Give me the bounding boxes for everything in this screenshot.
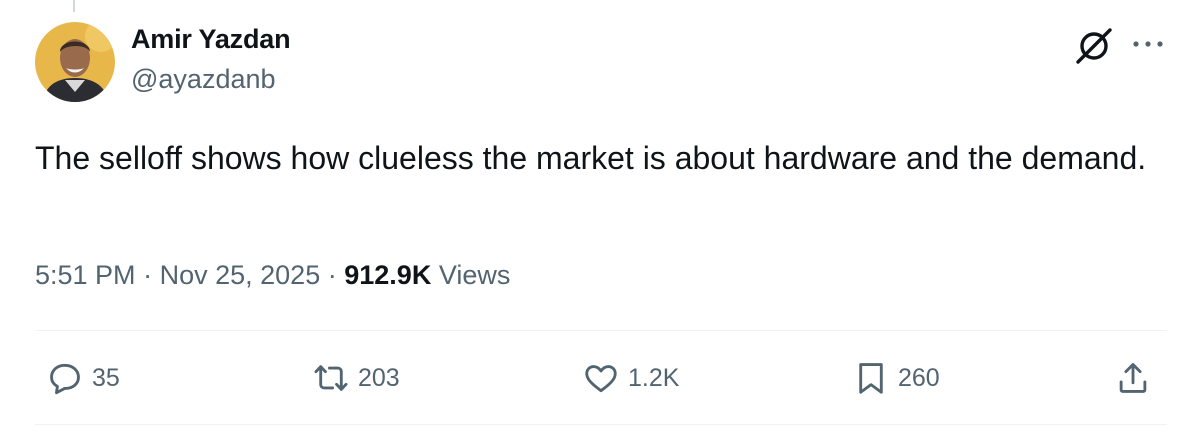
like-icon xyxy=(585,365,617,393)
repost-count: 203 xyxy=(358,363,400,392)
tweet-card: Amir Yazdan @ayazdanb The selloff shows … xyxy=(0,0,1204,432)
bookmark-icon xyxy=(859,363,883,394)
like-count: 1.2K xyxy=(628,363,680,392)
reply-icon xyxy=(50,363,80,395)
grok-icon[interactable] xyxy=(1074,26,1114,66)
like-button[interactable]: 1.2K xyxy=(582,358,679,398)
thread-line xyxy=(73,0,75,12)
share-button[interactable] xyxy=(1114,358,1152,398)
tweet-meta: 5:51 PM · Nov 25, 2025 · 912.9K Views xyxy=(35,260,510,291)
divider xyxy=(35,424,1167,425)
reply-button[interactable]: 35 xyxy=(46,358,120,398)
bookmark-count: 260 xyxy=(898,363,940,392)
tweet-date[interactable]: Nov 25, 2025 xyxy=(160,260,321,290)
views-count: 912.9K xyxy=(344,260,432,290)
author-name[interactable]: Amir Yazdan xyxy=(131,24,291,55)
reply-count: 35 xyxy=(92,363,120,392)
repost-button[interactable]: 203 xyxy=(312,358,400,398)
tweet-text: The selloff shows how clueless the marke… xyxy=(35,140,1147,176)
views-label: Views xyxy=(438,260,511,290)
meta-separator: · xyxy=(143,260,153,290)
divider xyxy=(35,330,1167,331)
tweet-time[interactable]: 5:51 PM xyxy=(35,260,136,290)
repost-icon xyxy=(314,365,348,391)
share-icon xyxy=(1119,363,1147,393)
more-icon[interactable] xyxy=(1128,32,1168,56)
author-handle[interactable]: @ayazdanb xyxy=(131,64,276,95)
meta-separator: · xyxy=(327,260,337,290)
avatar[interactable] xyxy=(35,22,115,102)
bookmark-button[interactable]: 260 xyxy=(852,358,940,398)
